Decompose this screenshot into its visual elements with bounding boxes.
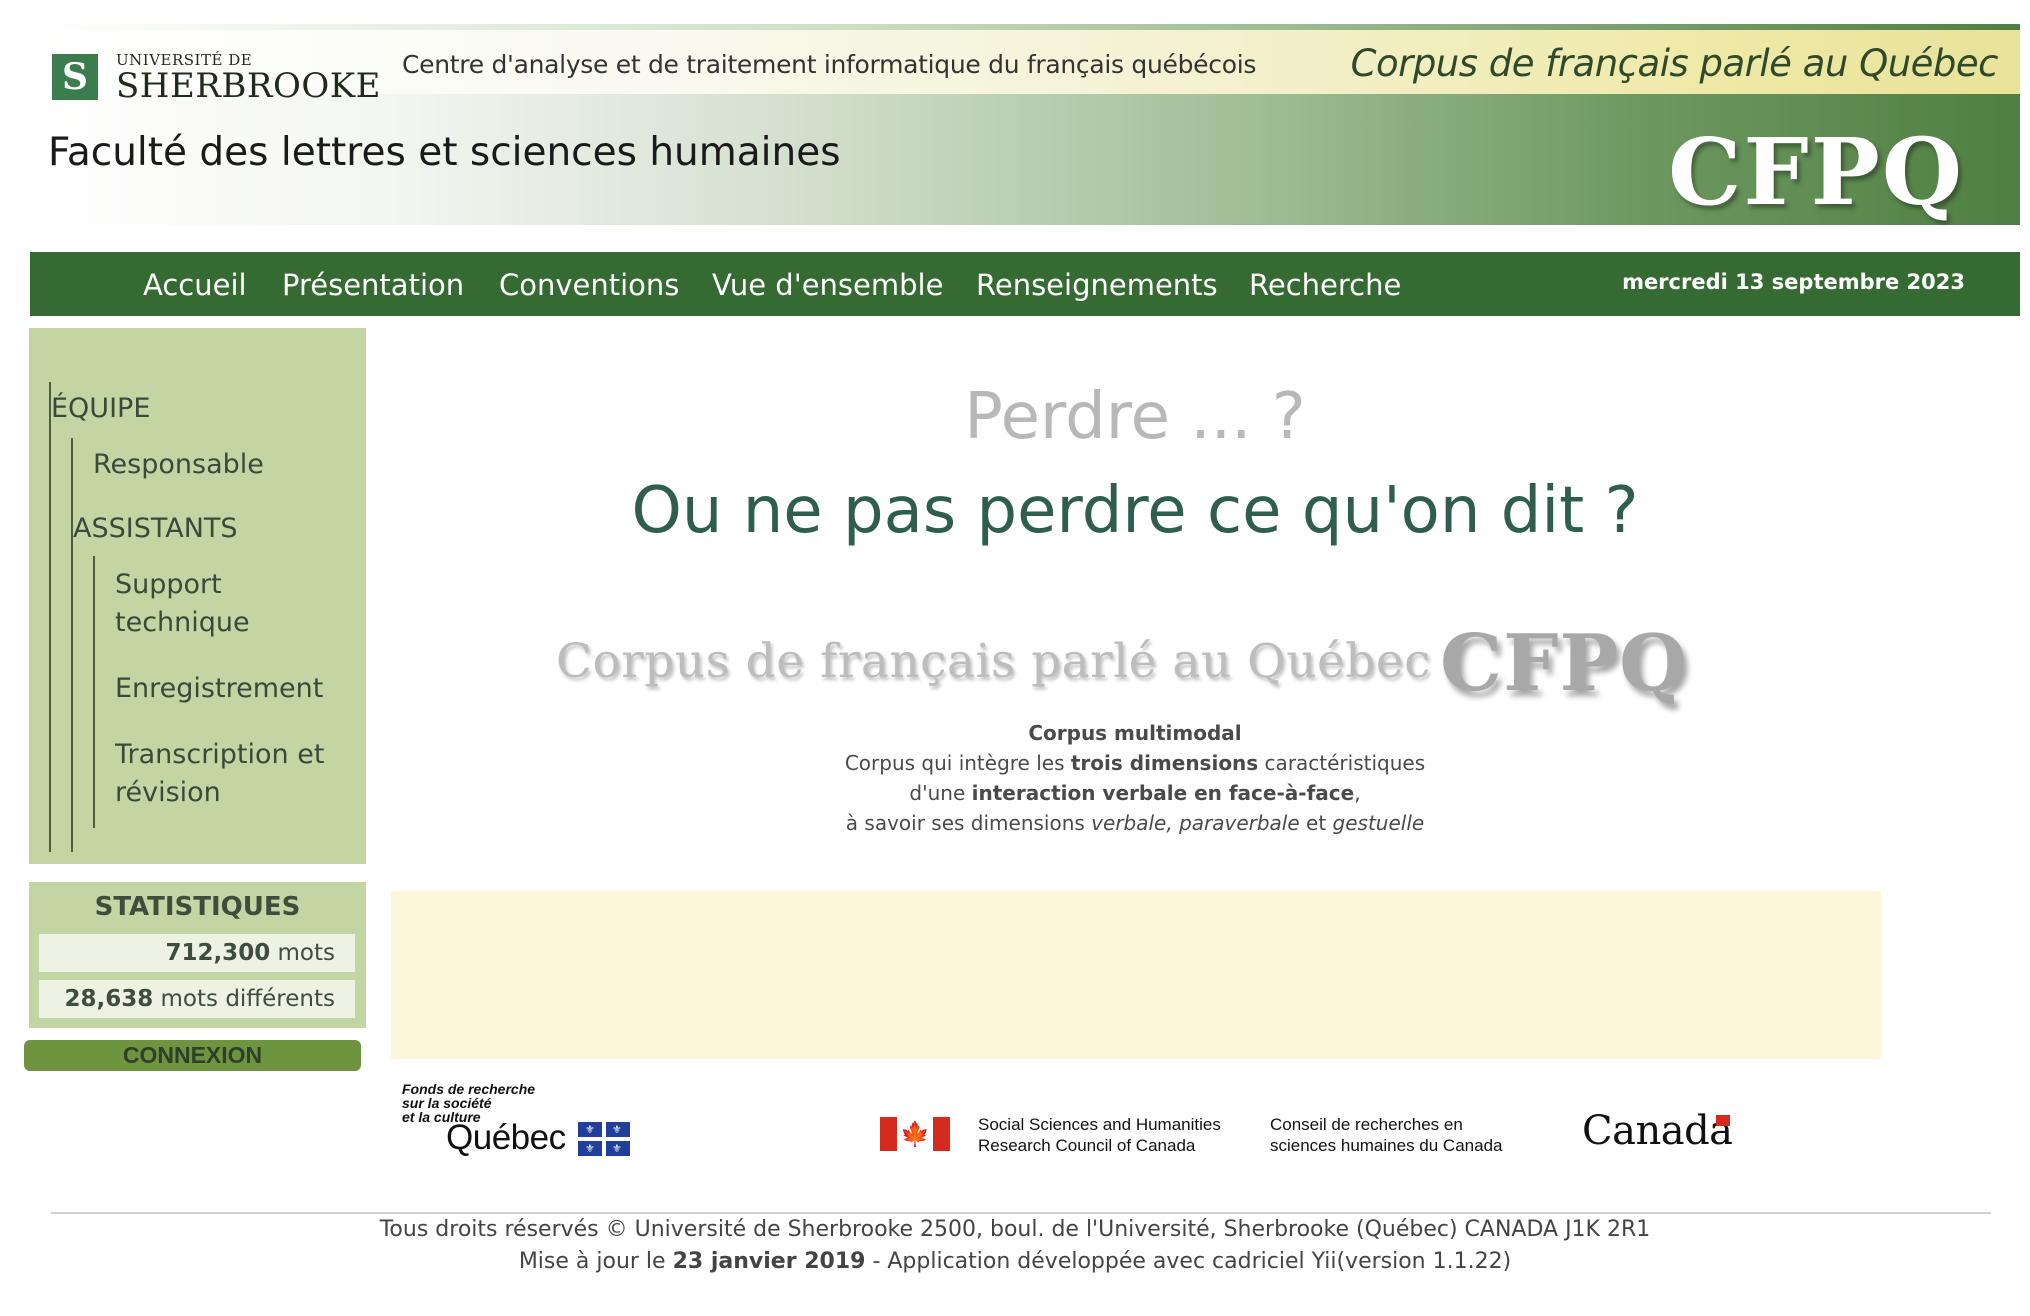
sidebar-item-support-line2[interactable]: technique [115,604,250,642]
tree-line-level2 [71,438,73,852]
sshrc-fr-line1: Conseil de recherches en [1270,1115,1463,1134]
stat-distinct-label: mots différents [160,986,335,1012]
stat-words-count: 712,300 [165,940,271,966]
desc-line4-c: et [1299,811,1333,835]
cfpq-logo: CFPQ [1668,118,1964,225]
corpus-title: Corpus de français parlé au Québec [1350,42,1999,85]
site-banner: S UNIVERSITÉ DE SHERBROOKE Centre d'anal… [30,24,2020,225]
desc-line4-a: à savoir ses dimensions [845,811,1092,835]
nav-conventions[interactable]: Conventions [499,268,679,302]
corpus-logo-text: Corpus de français parlé au Québec [556,634,1432,689]
corpus-logo-cfpq: CFPQ [1440,618,1689,709]
desc-line2-a: Corpus qui intègre les [844,751,1071,775]
desc-line2-b: trois dimensions [1070,751,1259,775]
centre-title: Centre d'analyse et de traitement inform… [402,50,1257,79]
current-date: mercredi 13 septembre 2023 [1622,270,1965,294]
canada-wordmark-text: Canada [1582,1108,1733,1154]
desc-line2-c: caractéristiques [1258,751,1426,775]
content-placeholder-box [391,891,1881,1059]
sidebar-team-menu: ÉQUIPE Responsable ASSISTANTS Support te… [29,328,366,864]
footer-update-prefix: Mise à jour le [518,1249,673,1274]
desc-line2: Corpus qui intègre les trois dimensions … [380,748,1890,778]
nav-vue-ensemble[interactable]: Vue d'ensemble [712,268,943,302]
sidebar-item-transcription-line1[interactable]: Transcription et [115,736,324,774]
footer-copyright: Tous droits réservés © Université de She… [379,1217,1651,1242]
desc-line3-b: interaction verbale en face-à-face [971,781,1355,805]
university-name[interactable]: SHERBROOKE [116,66,381,106]
nav-presentation[interactable]: Présentation [282,268,464,302]
footer-divider [51,1212,1991,1214]
sidebar-item-transcription-line2[interactable]: révision [115,774,221,812]
frq-line1: Fonds de recherche [402,1081,536,1097]
footer-update: Mise à jour le 23 janvier 2019 - Applica… [0,1249,2030,1274]
sshrc-fr-line2: sciences humaines du Canada [1270,1136,1503,1155]
sidebar-item-responsable[interactable]: Responsable [93,446,264,484]
sshrc-en-line1: Social Sciences and Humanities [978,1115,1221,1134]
sidebar-item-support-line1[interactable]: Support [115,566,222,604]
stat-distinct-count: 28,638 [64,986,154,1012]
desc-line4-d: gestuelle [1332,811,1425,835]
headline-perdre: Perdre ... ? [964,380,1306,454]
desc-title: Corpus multimodal [380,718,1890,748]
footer-update-date: 23 janvier 2019 [672,1249,866,1274]
login-button[interactable]: CONNEXION [24,1040,361,1071]
canada-flag-icon[interactable]: 🍁 [880,1117,950,1151]
tree-line-level1 [49,382,51,852]
statistics-title: STATISTIQUES [94,892,301,922]
nav-recherche[interactable]: Recherche [1249,268,1401,302]
banner-top-line [30,24,2020,30]
sshrc-en-line2: Research Council of Canada [978,1136,1196,1155]
sherbrooke-logo-icon[interactable]: S [52,54,98,100]
stat-distinct-words: 28,638 mots différents [39,980,355,1018]
stat-words-label: mots [277,940,335,966]
nav-renseignements[interactable]: Renseignements [976,268,1218,302]
main-nav: Accueil Présentation Conventions Vue d'e… [30,252,2020,316]
frq-quebec-word: Québec [446,1118,566,1157]
footer-update-suffix: - Application développée avec cadriciel … [865,1249,1512,1274]
faculty-title: Faculté des lettres et sciences humaines [48,130,841,175]
stat-words: 712,300 mots [39,934,355,972]
desc-line3: d'une interaction verbale en face-à-face… [380,778,1890,808]
desc-line3-a: d'une [909,781,972,805]
sidebar-heading-equipe[interactable]: ÉQUIPE [51,390,150,428]
nav-accueil[interactable]: Accueil [143,268,247,302]
desc-line4: à savoir ses dimensions verbale, paraver… [380,808,1890,838]
headline-ou-ne-pas-perdre: Ou ne pas perdre ce qu'on dit ? [631,474,1639,548]
statistics-panel: STATISTIQUES 712,300 mots 28,638 mots di… [29,882,366,1028]
quebec-flag-icon: ⚜ ⚜ ⚜ ⚜ [578,1122,630,1156]
sidebar-item-enregistrement[interactable]: Enregistrement [115,670,323,708]
tree-line-level3 [93,556,95,828]
desc-title-text: Corpus multimodal [1028,721,1242,745]
canada-wordmark-flag-icon [1716,1115,1730,1126]
frq-line2: sur la société [402,1095,492,1111]
sidebar-heading-assistants[interactable]: ASSISTANTS [73,510,238,548]
desc-line3-c: , [1354,781,1361,805]
desc-line4-b: verbale, paraverbale [1091,811,1300,835]
